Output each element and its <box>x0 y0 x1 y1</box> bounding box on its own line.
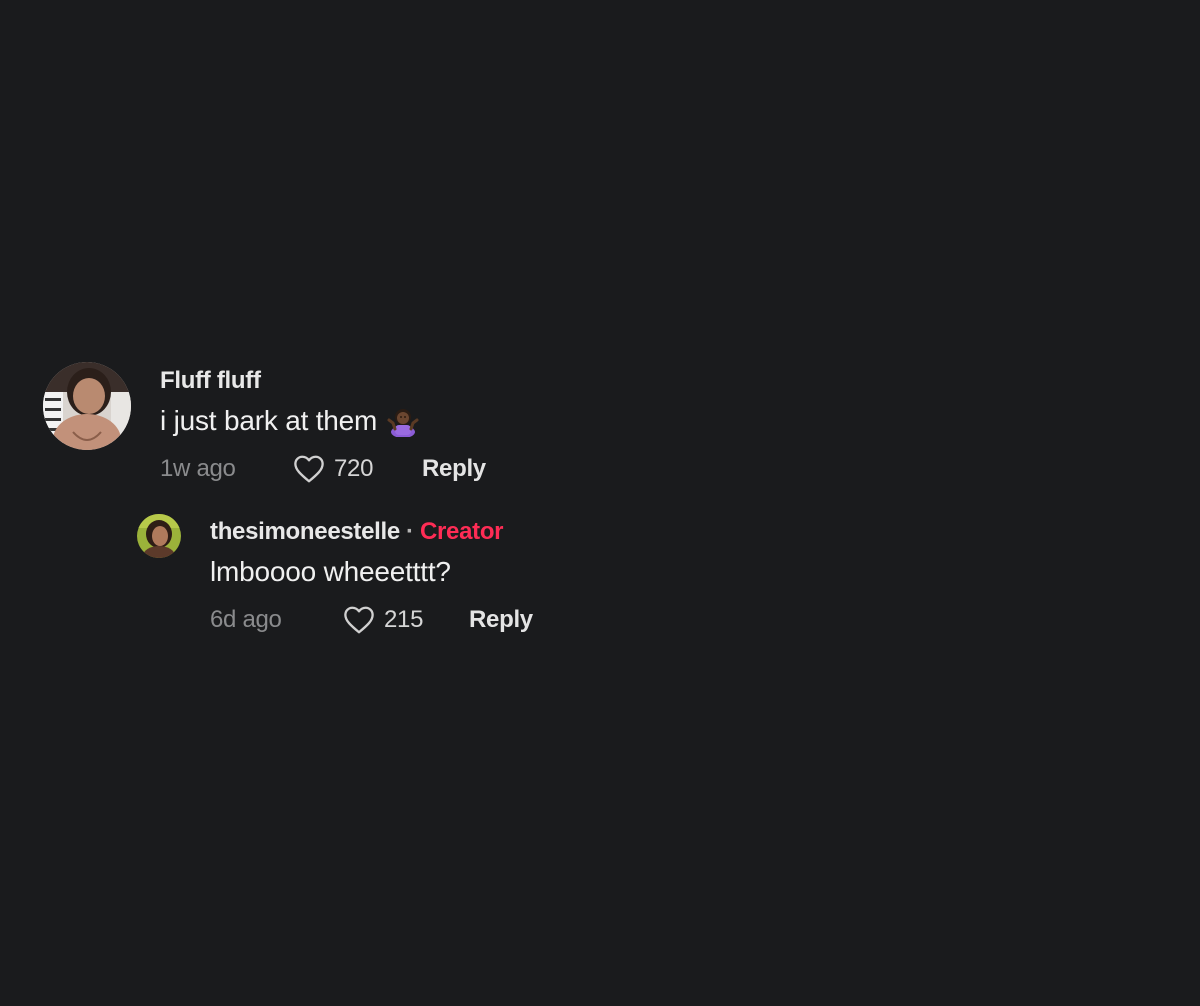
comment-timestamp: 1w ago <box>160 455 236 482</box>
creator-badge: Creator <box>419 518 504 545</box>
comment-text-content: i just bark at them <box>160 405 378 436</box>
comment-username[interactable]: Fluff fluff <box>160 366 486 396</box>
reply-button[interactable]: Reply <box>422 455 486 483</box>
comments-panel: Fluff fluff i just bark at them 1w ago 7… <box>0 0 1200 1006</box>
reply-username[interactable]: thesimoneestelle <box>210 517 400 547</box>
heart-icon <box>344 606 374 634</box>
reply-timestamp: 6d ago <box>210 606 282 633</box>
comment-text: i just bark at them <box>160 402 486 440</box>
like-button[interactable]: 215 <box>342 605 469 635</box>
comment-item: Fluff fluff i just bark at them 1w ago 7… <box>43 362 486 486</box>
reply-text: lmboooo wheeetttt? <box>210 556 451 587</box>
like-button[interactable]: 720 <box>292 454 422 484</box>
reply-meta: 6d ago 215 Reply <box>210 603 533 637</box>
like-count: 720 <box>334 455 374 482</box>
comment-meta: 1w ago 720 Reply <box>160 452 486 486</box>
separator-dot: · <box>405 518 414 545</box>
reply-item: thesimoneestelle · Creator lmboooo wheee… <box>137 514 533 637</box>
avatar[interactable] <box>43 362 131 450</box>
person-shrugging-emoji-icon <box>387 409 419 437</box>
reply-button[interactable]: Reply <box>469 606 533 634</box>
avatar-photo <box>43 362 131 450</box>
reply-header: thesimoneestelle · Creator <box>210 517 533 547</box>
avatar[interactable] <box>137 514 181 558</box>
like-count: 215 <box>384 606 424 633</box>
avatar-photo <box>137 514 181 558</box>
heart-icon <box>294 455 324 483</box>
